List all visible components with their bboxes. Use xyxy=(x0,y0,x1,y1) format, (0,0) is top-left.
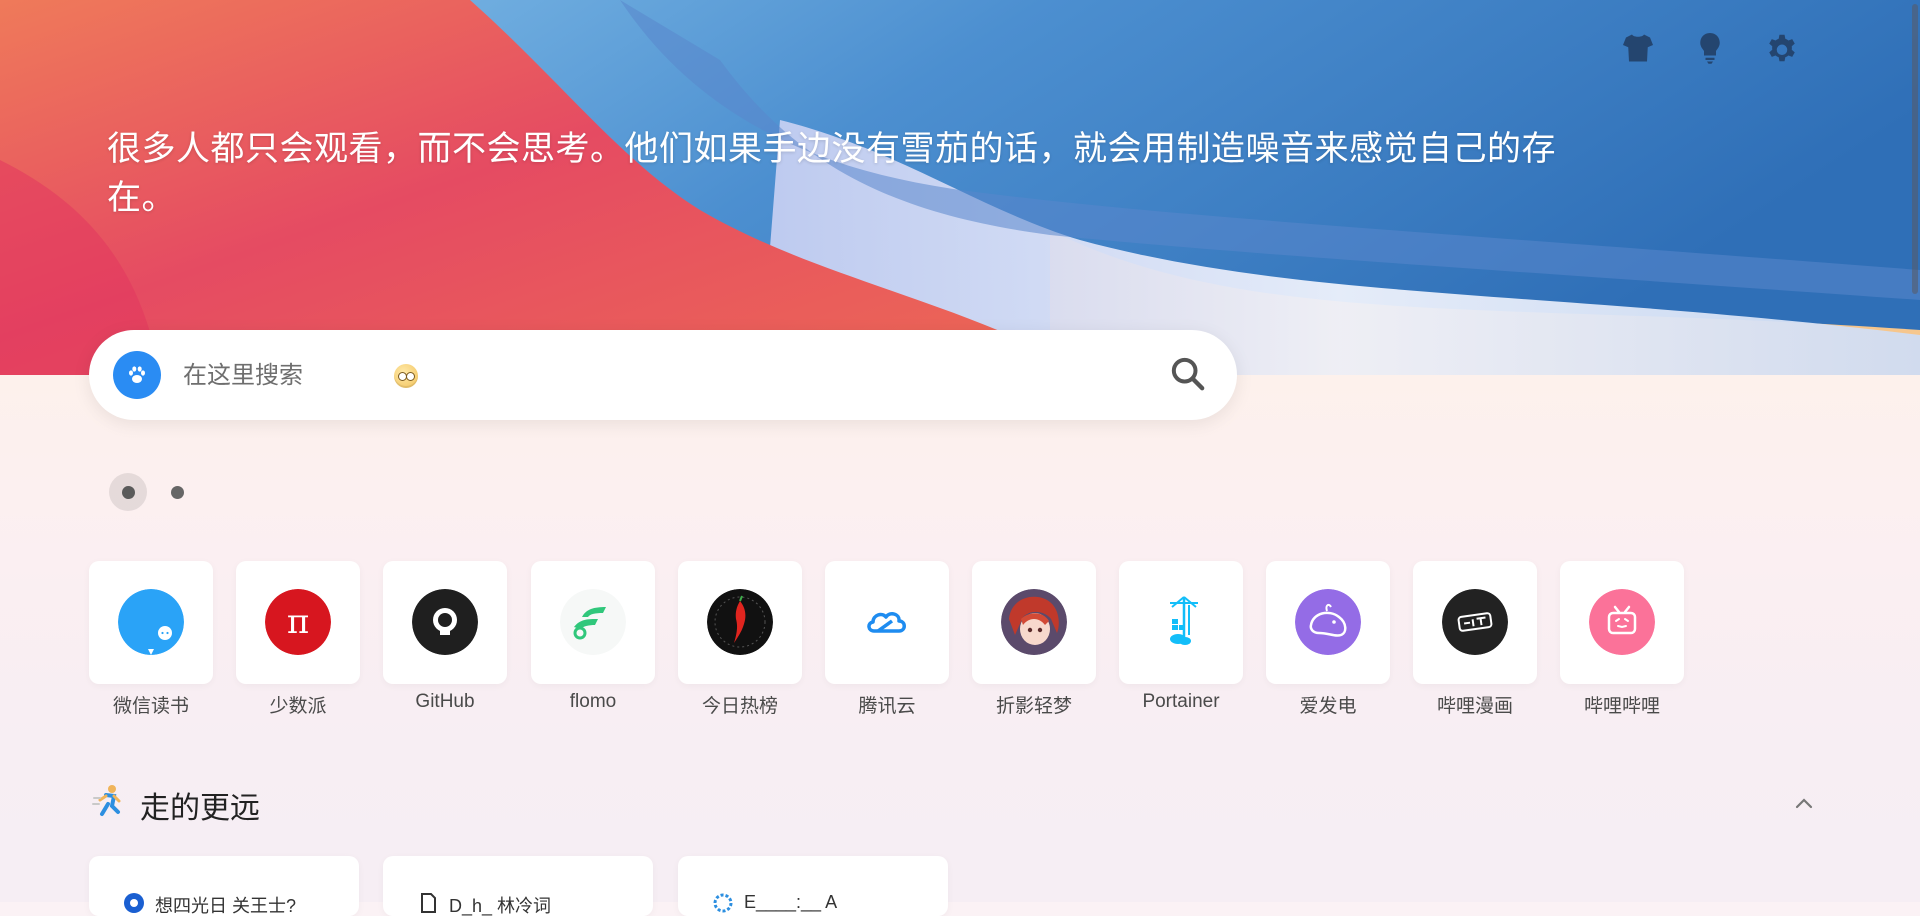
search-input[interactable] xyxy=(181,352,1085,400)
face-emoji-icon xyxy=(394,364,418,388)
app-label: GitHub xyxy=(415,691,475,712)
app-label: 哔哩哔哩 xyxy=(1583,696,1660,717)
app-card xyxy=(825,561,949,684)
app-label: 腾讯云 xyxy=(858,696,916,717)
running-person-icon xyxy=(92,785,121,816)
page-dot-2[interactable] xyxy=(171,486,184,499)
flomo-icon xyxy=(560,589,626,655)
app-label: 哔哩漫画 xyxy=(1436,696,1513,717)
app-tile-flomo[interactable]: flomo xyxy=(531,561,655,713)
bilibili-tv-icon xyxy=(1589,589,1655,655)
weread-icon xyxy=(118,589,184,655)
paw-icon xyxy=(129,366,145,383)
app-tile-afdian[interactable]: 爱发电 xyxy=(1266,561,1390,718)
app-label: 爱发电 xyxy=(1299,696,1357,717)
app-tile-github[interactable]: GitHub xyxy=(383,561,507,713)
search-bar xyxy=(89,330,1237,420)
app-card xyxy=(1119,561,1243,684)
app-tile-bilibili[interactable]: 哔哩哔哩 xyxy=(1560,561,1684,718)
section-title: 走的更远 xyxy=(140,792,260,825)
app-tile-zheying[interactable]: 折影轻梦 xyxy=(972,561,1096,718)
app-card xyxy=(531,561,655,684)
shirt-icon[interactable] xyxy=(1620,30,1656,66)
app-label: 少数派 xyxy=(269,696,327,717)
bilibili-manga-icon xyxy=(1442,589,1508,655)
link-card[interactable]: E____:__ A xyxy=(678,856,948,916)
app-label: flomo xyxy=(569,691,617,712)
search-icon xyxy=(1171,357,1205,391)
blue-circle-icon xyxy=(124,893,144,913)
svg-text:π: π xyxy=(287,602,309,642)
app-tile-bilibili-manga[interactable]: 哔哩漫画 xyxy=(1413,561,1537,718)
card-label: E____:__ A xyxy=(744,892,838,912)
app-card xyxy=(972,561,1096,684)
app-tile-sspai[interactable]: π 少数派 xyxy=(236,561,360,718)
app-card: π xyxy=(236,561,360,684)
app-tile-tencent-cloud[interactable]: 腾讯云 xyxy=(825,561,949,718)
chili-icon xyxy=(707,589,773,655)
app-label: 折影轻梦 xyxy=(995,696,1072,717)
scrollbar[interactable] xyxy=(1910,0,1920,902)
document-icon xyxy=(421,893,436,913)
app-card xyxy=(1560,561,1684,684)
gear-icon[interactable] xyxy=(1764,30,1800,66)
page-dot-1[interactable] xyxy=(122,486,135,499)
collapse-button[interactable] xyxy=(1792,792,1816,816)
scrollbar-thumb[interactable] xyxy=(1912,4,1918,294)
hero-quote: 很多人都只会观看，而不会思考。他们如果手边没有雪茄的话，就会用制造噪音来感觉自己… xyxy=(107,130,1556,217)
card-label: D_h_ 林冷词 xyxy=(449,896,552,916)
app-tile-tophub[interactable]: 今日热榜 xyxy=(678,561,802,718)
app-card xyxy=(678,561,802,684)
chevron-up-icon xyxy=(1795,798,1813,809)
gear-blue-icon xyxy=(713,893,733,913)
app-label: 今日热榜 xyxy=(701,696,778,717)
github-icon xyxy=(412,589,478,655)
search-button[interactable] xyxy=(1168,354,1208,394)
app-card xyxy=(1413,561,1537,684)
app-tile-portainer[interactable]: Portainer xyxy=(1119,561,1243,713)
app-tile-weread[interactable]: 微信读书 xyxy=(89,561,213,718)
cloud-icon xyxy=(854,589,920,655)
app-card xyxy=(1266,561,1390,684)
link-card[interactable]: 想四光日 关王士? xyxy=(89,856,359,916)
top-toolbar xyxy=(1620,30,1920,70)
app-card xyxy=(383,561,507,684)
portainer-icon xyxy=(1148,589,1214,655)
anime-avatar-icon xyxy=(1001,589,1067,655)
bulb-icon[interactable] xyxy=(1692,30,1728,66)
app-label: 微信读书 xyxy=(112,696,189,717)
afdian-icon xyxy=(1295,589,1361,655)
link-card[interactable]: D_h_ 林冷词 xyxy=(383,856,653,916)
search-engine-button[interactable] xyxy=(113,351,161,399)
card-label: 想四光日 关王士? xyxy=(155,896,297,916)
pi-icon: π xyxy=(265,589,331,655)
app-card xyxy=(89,561,213,684)
app-label: Portainer xyxy=(1142,691,1220,712)
